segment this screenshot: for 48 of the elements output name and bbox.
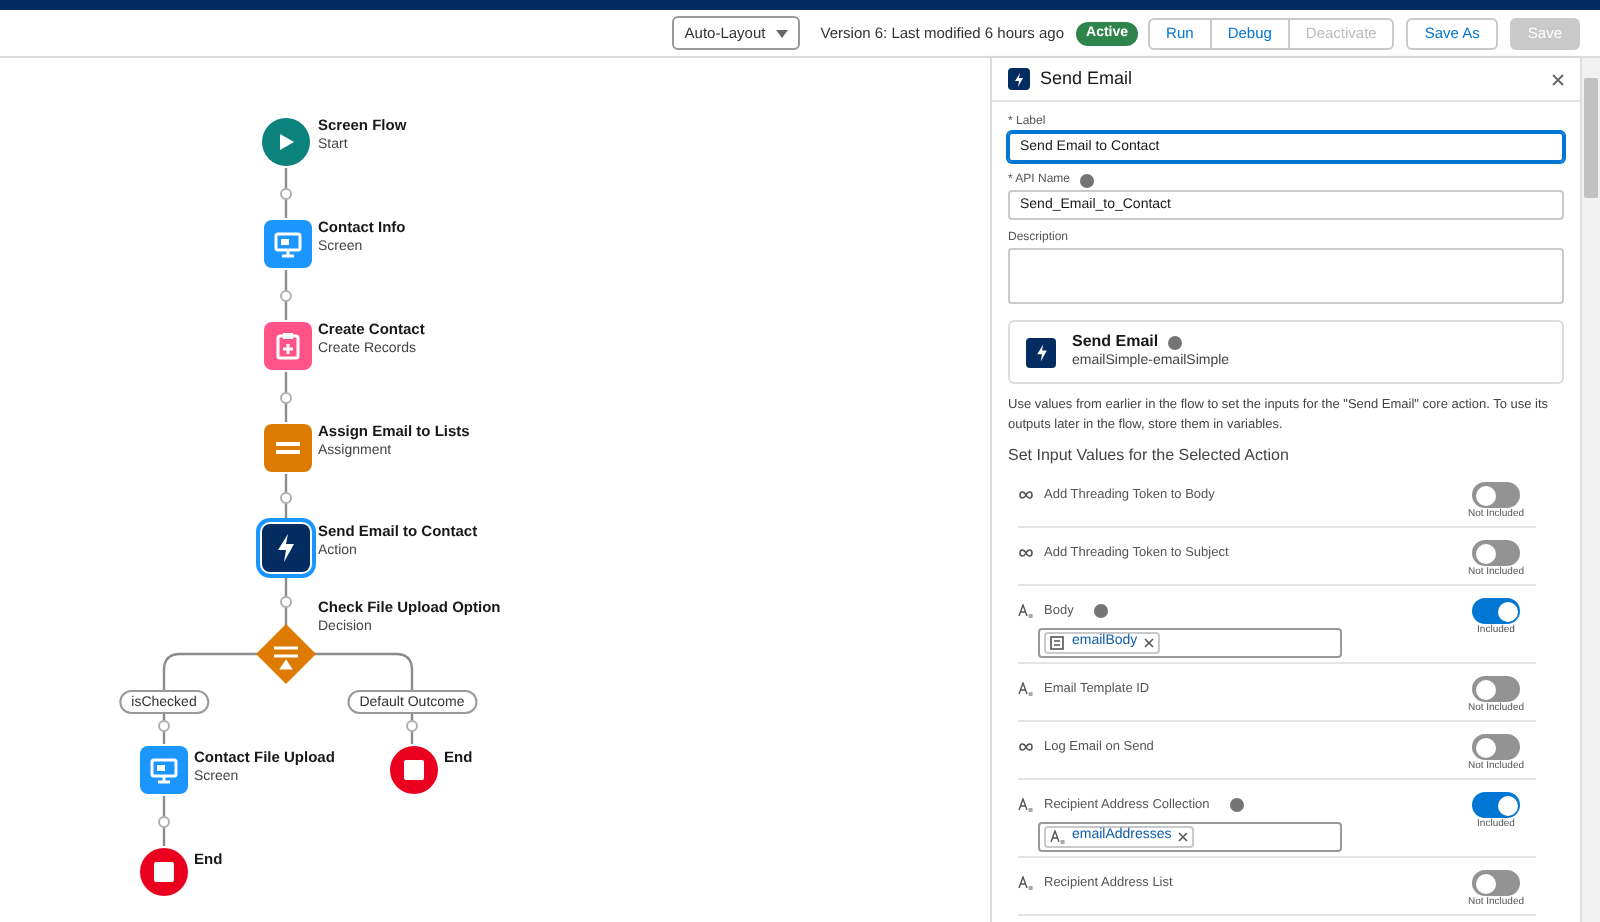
play-icon: [276, 132, 296, 152]
screen-node[interactable]: [140, 746, 188, 794]
toggle-switch[interactable]: [1472, 870, 1520, 896]
create-records-node[interactable]: [264, 322, 312, 370]
action-icon: [1026, 337, 1056, 367]
clipboard-plus-icon: [276, 332, 300, 360]
info-icon[interactable]: [1093, 604, 1108, 618]
monitor-icon: [274, 231, 302, 257]
action-icon: [1008, 68, 1030, 90]
equals-icon: [274, 440, 302, 456]
toggle-switch[interactable]: [1472, 676, 1520, 702]
panel-title: Send Email: [1040, 65, 1133, 92]
toggle-switch[interactable]: [1472, 598, 1520, 624]
section-title: Set Input Values for the Selected Action: [1008, 444, 1291, 468]
info-icon[interactable]: [1080, 173, 1095, 187]
action-node[interactable]: [262, 524, 310, 572]
toggle-switch[interactable]: [1472, 540, 1520, 566]
text-type-icon: [1050, 830, 1066, 844]
text-type-icon: [1018, 798, 1034, 812]
text-type-icon: [1018, 876, 1034, 890]
stop-icon: [404, 760, 424, 780]
template-icon: [1050, 635, 1066, 651]
info-icon[interactable]: [1168, 335, 1183, 349]
infinity-icon: [1018, 742, 1034, 752]
lightning-icon: [276, 534, 296, 562]
end-node[interactable]: [140, 848, 188, 896]
remove-icon[interactable]: [1143, 638, 1154, 648]
toggle-switch[interactable]: [1472, 734, 1520, 760]
info-icon[interactable]: [1229, 798, 1244, 812]
end-node[interactable]: [390, 746, 438, 794]
assignment-node[interactable]: [264, 424, 312, 472]
text-type-icon: [1018, 604, 1034, 618]
monitor-icon: [150, 757, 178, 783]
action-name: Send Email: [1072, 332, 1159, 352]
description-field[interactable]: [1008, 248, 1564, 304]
scrollbar[interactable]: [1580, 58, 1600, 922]
infinity-icon: [1018, 490, 1034, 500]
close-icon[interactable]: [1552, 73, 1564, 85]
text-type-icon: [1018, 682, 1034, 696]
screen-node[interactable]: [264, 220, 312, 268]
start-node[interactable]: [262, 118, 310, 166]
caret-icon: [776, 29, 789, 37]
toggle-switch[interactable]: [1472, 792, 1520, 818]
infinity-icon: [1018, 548, 1034, 558]
toggle-switch[interactable]: [1472, 482, 1520, 508]
remove-icon[interactable]: [1177, 832, 1188, 842]
decision-node[interactable]: [256, 624, 316, 684]
stop-icon: [154, 862, 174, 882]
